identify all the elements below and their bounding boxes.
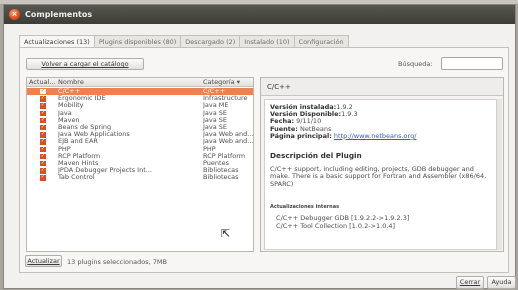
search-input[interactable]	[441, 57, 503, 70]
row-checkbox[interactable]: ✓	[40, 102, 46, 109]
column-header-actual[interactable]: Actual...	[29, 78, 56, 87]
table-row[interactable]: ✓ JPDA Debugger Projects Int... Biblioteca…	[27, 167, 253, 174]
mouse-pointer-icon: ⇱	[221, 227, 231, 240]
table-row[interactable]: ✓ RCP Platform RCP Platform	[27, 153, 253, 160]
detail-header: C/C++	[261, 78, 503, 96]
row-category: Java Web and...	[203, 138, 253, 146]
row-category: Puentes	[203, 160, 229, 167]
reload-catalog-button[interactable]: Volver a cargar el catálogo	[26, 58, 144, 70]
row-category: Java SE	[203, 116, 228, 124]
row-checkbox[interactable]: ✓	[40, 160, 46, 167]
table-row[interactable]: ✓ Java Java SE	[27, 110, 253, 117]
table-row[interactable]: ✓ PHP PHP	[27, 146, 253, 153]
row-checkbox[interactable]: ✓	[40, 167, 46, 174]
row-name: Java	[58, 109, 72, 117]
description-text: C/C++ support, including editing, projec…	[270, 165, 487, 188]
row-category: RCP Platform	[203, 152, 246, 160]
description-title: Descripción del Plugin	[270, 151, 362, 161]
plugin-list: Actual... Nombre Categoría ▾ ✓ C/C++ C/C++…	[26, 77, 254, 252]
row-name: EJB and EAR	[58, 138, 98, 146]
search-label: Búsqueda:	[398, 60, 433, 68]
row-name: Maven	[58, 116, 80, 124]
row-name: C/C++	[58, 88, 81, 95]
row-category: Java ME	[203, 102, 229, 110]
selection-status: 13 plugins seleccionados, 7MB	[67, 258, 167, 266]
internal-update-item: C/C++ Tool Collection [1.0.2->1.0.4]	[276, 222, 396, 231]
help-button[interactable]: Ayuda	[487, 276, 516, 289]
row-category: Infrastructure	[203, 95, 248, 103]
tab-downloaded[interactable]: Descargado (2)	[180, 35, 241, 47]
tab-installed[interactable]: Instalado (10)	[239, 35, 295, 47]
tab-bar: Actualizaciones (13) Plugins disponibles…	[19, 35, 349, 48]
tab-settings[interactable]: Configuración	[293, 35, 349, 47]
row-checkbox[interactable]: ✓	[40, 153, 46, 160]
row-category: Bibliotecas	[203, 174, 239, 182]
row-checkbox[interactable]: ✓	[40, 110, 46, 116]
row-name: Tab Control	[58, 174, 95, 182]
row-category: Java Web and...	[203, 131, 253, 139]
table-row[interactable]: ✓ Maven Hints Puentes	[27, 160, 253, 167]
table-row[interactable]: ✓ C/C++ C/C++	[27, 88, 253, 96]
row-name: Mobility	[58, 102, 84, 110]
row-name: JPDA Debugger Projects Int...	[58, 167, 152, 175]
window-title: Complementos	[25, 10, 93, 19]
column-header-name[interactable]: Nombre	[58, 78, 84, 87]
tab-available-plugins[interactable]: Plugins disponibles (80)	[93, 35, 182, 47]
plugin-homepage: Página principal: http://www.netbeans.or…	[270, 131, 417, 140]
table-row[interactable]: ✓ Ergonomic IDE Infrastructure	[27, 95, 253, 102]
plugin-detail-pane: C/C++ Versión instalada:1.9.2 Versión Di…	[260, 77, 504, 252]
table-row[interactable]: ✓ Mobility Java ME	[27, 102, 253, 109]
row-category: PHP	[203, 145, 216, 153]
internal-update-item: C/C++ Debugger GDB [1.9.2.2->1.9.2.3]	[276, 214, 410, 223]
close-button[interactable]: Cerrar	[456, 276, 484, 289]
row-category: Bibliotecas	[203, 167, 239, 175]
row-name: Maven Hints	[58, 160, 99, 167]
table-row[interactable]: ✓ Maven Java SE	[27, 117, 253, 124]
row-checkbox[interactable]: ✓	[40, 95, 46, 102]
table-row[interactable]: ✓ Java Web Applications Java Web and...	[27, 131, 253, 138]
updates-panel: Volver a cargar el catálogo Búsqueda: Ac…	[19, 47, 509, 273]
plugins-dialog: × Complementos Actualizaciones (13) Plug…	[3, 4, 516, 289]
row-checkbox[interactable]: ✓	[40, 174, 46, 181]
row-checkbox[interactable]: ✓	[40, 131, 46, 138]
column-header-category[interactable]: Categoría ▾	[203, 78, 240, 87]
detail-scrollbar[interactable]	[496, 99, 502, 250]
close-icon[interactable]: ×	[9, 9, 20, 20]
row-checkbox[interactable]: ✓	[40, 124, 46, 131]
detail-body: Versión instalada:1.9.2 Versión Disponib…	[264, 99, 497, 250]
homepage-link[interactable]: http://www.netbeans.org/	[334, 132, 417, 140]
row-name: Beans de Spring	[58, 124, 112, 131]
row-checkbox[interactable]: ✓	[40, 138, 46, 145]
row-checkbox[interactable]: ✓	[40, 146, 46, 152]
window-titlebar: × Complementos	[4, 5, 515, 24]
row-category: Java SE	[203, 109, 228, 117]
list-header: Actual... Nombre Categoría ▾	[27, 78, 253, 87]
row-category: C/C++	[203, 88, 226, 95]
table-row[interactable]: ✓ Tab Control Bibliotecas	[27, 174, 253, 181]
row-checkbox[interactable]: ✓	[40, 117, 46, 124]
row-name: Java Web Applications	[58, 131, 130, 139]
update-button[interactable]: Actualizar	[25, 255, 62, 267]
row-category: Java SE	[203, 124, 228, 131]
row-name: Ergonomic IDE	[58, 95, 106, 103]
internal-updates-title: Actualizaciones internas	[270, 203, 340, 210]
row-name: RCP Platform	[58, 152, 101, 160]
row-name: PHP	[58, 145, 71, 153]
row-checkbox[interactable]: ✓	[40, 88, 46, 95]
table-row[interactable]: ✓ Beans de Spring Java SE	[27, 124, 253, 131]
table-row[interactable]: ✓ EJB and EAR Java Web and...	[27, 138, 253, 145]
